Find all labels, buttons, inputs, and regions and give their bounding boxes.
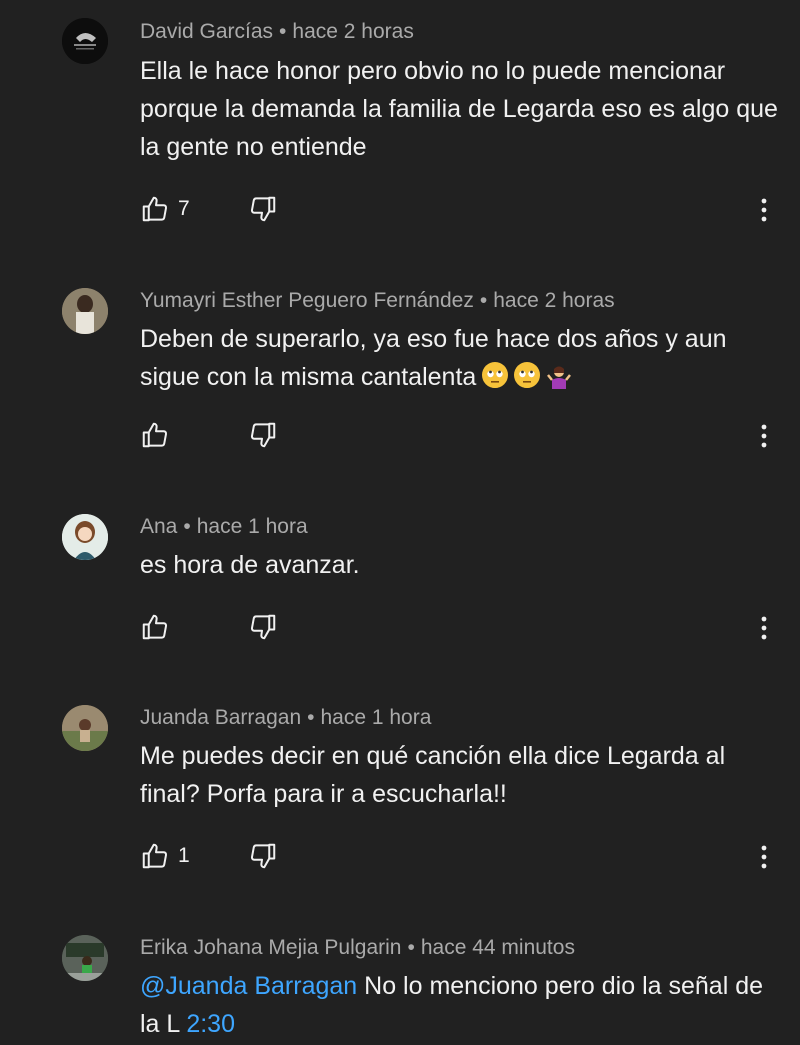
comment-time[interactable]: hace 2 horas [493,289,614,312]
dislike-button[interactable] [248,420,278,450]
author-name[interactable]: Yumayri Esther Peguero Fernández [140,289,474,312]
like-button[interactable] [140,612,170,642]
like-button[interactable]: 7 [140,194,190,224]
comment-time[interactable]: hace 44 minutos [421,936,575,959]
thumbs-up-icon [142,843,168,869]
comment-text: es hora de avanzar. [140,551,360,579]
dislike-button[interactable] [248,841,278,871]
author-name[interactable]: Juanda Barragan [140,706,301,729]
avatar[interactable] [62,705,108,751]
comment-time[interactable]: hace 2 horas [292,20,413,43]
like-button[interactable] [140,420,170,450]
rolling-eyes-emoji-icon [482,362,509,388]
comment-actions [140,612,780,644]
dislike-button[interactable] [248,194,278,224]
separator-dot: • [183,515,191,538]
separator-dot: • [407,936,415,959]
comment-meta: Juanda Barragan • hace 1 hora [140,706,431,730]
avatar[interactable] [62,288,108,334]
thumbs-up-icon [142,422,168,448]
separator-dot: • [279,20,287,43]
more-options-icon[interactable] [755,843,773,871]
dislike-button[interactable] [248,612,278,642]
like-button[interactable]: 1 [140,841,190,871]
comment-actions [140,420,780,452]
comment-actions: 7 [140,194,780,226]
more-options-icon[interactable] [755,196,773,224]
thumbs-down-icon [250,614,276,640]
thumbs-down-icon [250,196,276,222]
comment-text: @Juanda Barragan No lo menciono pero dio… [140,967,780,1043]
comment-actions: 1 [140,841,780,873]
separator-dot: • [307,706,315,729]
comment-time[interactable]: hace 1 hora [320,706,431,729]
author-name[interactable]: Erika Johana Mejia Pulgarin [140,936,401,959]
thumbs-down-icon [250,843,276,869]
comment-meta: Erika Johana Mejia Pulgarin • hace 44 minu… [140,936,575,960]
avatar[interactable] [62,18,108,64]
author-name[interactable]: David Garcías [140,20,273,43]
comment-text: Deben de superarlo, ya eso fue hace dos … [140,320,780,396]
separator-dot: • [479,289,488,312]
thumbs-up-icon [142,196,168,222]
avatar[interactable] [62,935,108,981]
comment-time[interactable]: hace 1 hora [197,515,308,538]
comment-meta: Ana • hace 1 hora [140,515,308,539]
more-options-icon[interactable] [755,422,773,450]
comment-text: Ella le hace honor pero obvio no lo pued… [140,57,778,161]
comment-text-content: Deben de superarlo, ya eso fue hace dos … [140,325,727,391]
thumbs-up-icon [142,614,168,640]
thumbs-down-icon [250,422,276,448]
rolling-eyes-emoji-icon [514,362,541,388]
avatar[interactable] [62,514,108,560]
comment-meta: Yumayri Esther Peguero Fernández • hace 2 … [140,289,615,313]
mention-link[interactable]: @Juanda Barragan [140,972,357,1000]
timestamp-link[interactable]: 2:30 [186,1010,235,1038]
like-count: 1 [178,844,190,867]
comment-meta: David Garcías • hace 2 horas [140,20,414,44]
author-name[interactable]: Ana [140,515,177,538]
like-count: 7 [178,197,190,220]
more-options-icon[interactable] [755,614,773,642]
person-shrugging-emoji-icon [546,362,572,389]
comment-text: Me puedes decir en qué canción ella dice… [140,742,726,808]
